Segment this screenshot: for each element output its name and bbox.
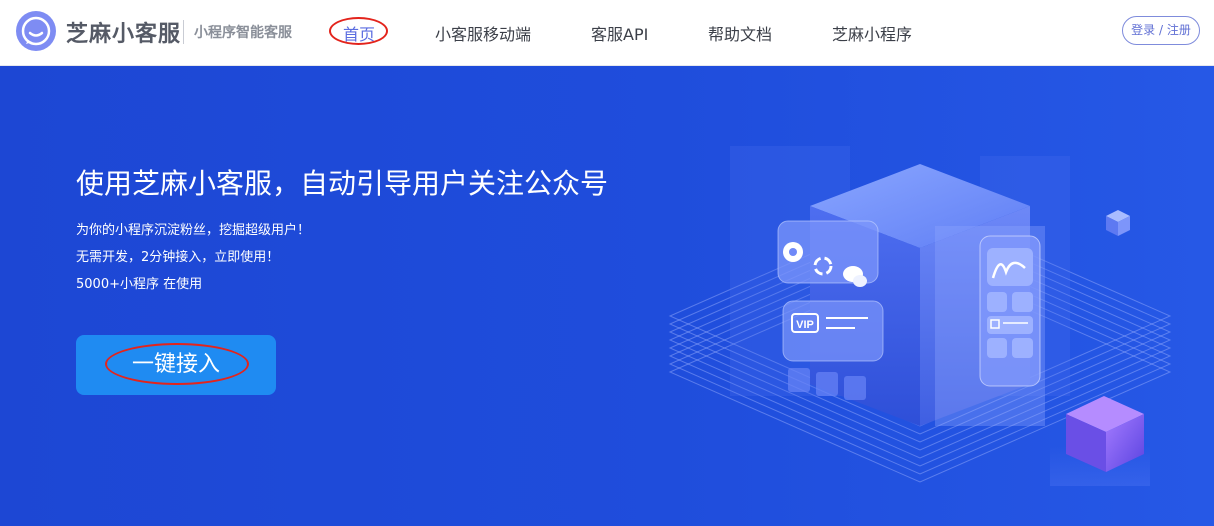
hero-line-1: 为你的小程序沉淀粉丝，挖掘超级用户！ (76, 223, 311, 238)
top-navbar: 芝麻小客服 小程序智能客服 首页 小客服移动端 客服API 帮助文档 芝麻小程序… (0, 0, 1214, 66)
vip-badge-text: VIP (796, 319, 814, 331)
nav-docs[interactable]: 帮助文档 (708, 21, 772, 45)
hero-line-3: 5000+小程序 在使用 (76, 277, 203, 292)
hero-banner: 使用芝麻小客服，自动引导用户关注公众号 为你的小程序沉淀粉丝，挖掘超级用户！ 无… (0, 66, 1214, 526)
brand-name[interactable]: 芝麻小客服 (66, 16, 181, 48)
nav-mobile[interactable]: 小客服移动端 (435, 21, 531, 45)
nav-api[interactable]: 客服API (591, 21, 648, 45)
aperture-icon (783, 242, 803, 262)
isometric-server-illustration: VIP (668, 146, 1172, 486)
brand-slogan: 小程序智能客服 (194, 25, 292, 41)
annotation-circle-nav (329, 17, 388, 45)
chat-bubble-logo-icon[interactable] (16, 11, 56, 51)
hero-line-2: 无需开发，2分钟接入，立即使用！ (76, 250, 280, 265)
brand-divider (183, 20, 184, 44)
annotation-circle-cta (105, 343, 249, 385)
nav-miniprogram[interactable]: 芝麻小程序 (832, 21, 912, 45)
hero-title: 使用芝麻小客服，自动引导用户关注公众号 (76, 167, 609, 200)
login-register-button[interactable]: 登录 / 注册 (1122, 16, 1200, 45)
